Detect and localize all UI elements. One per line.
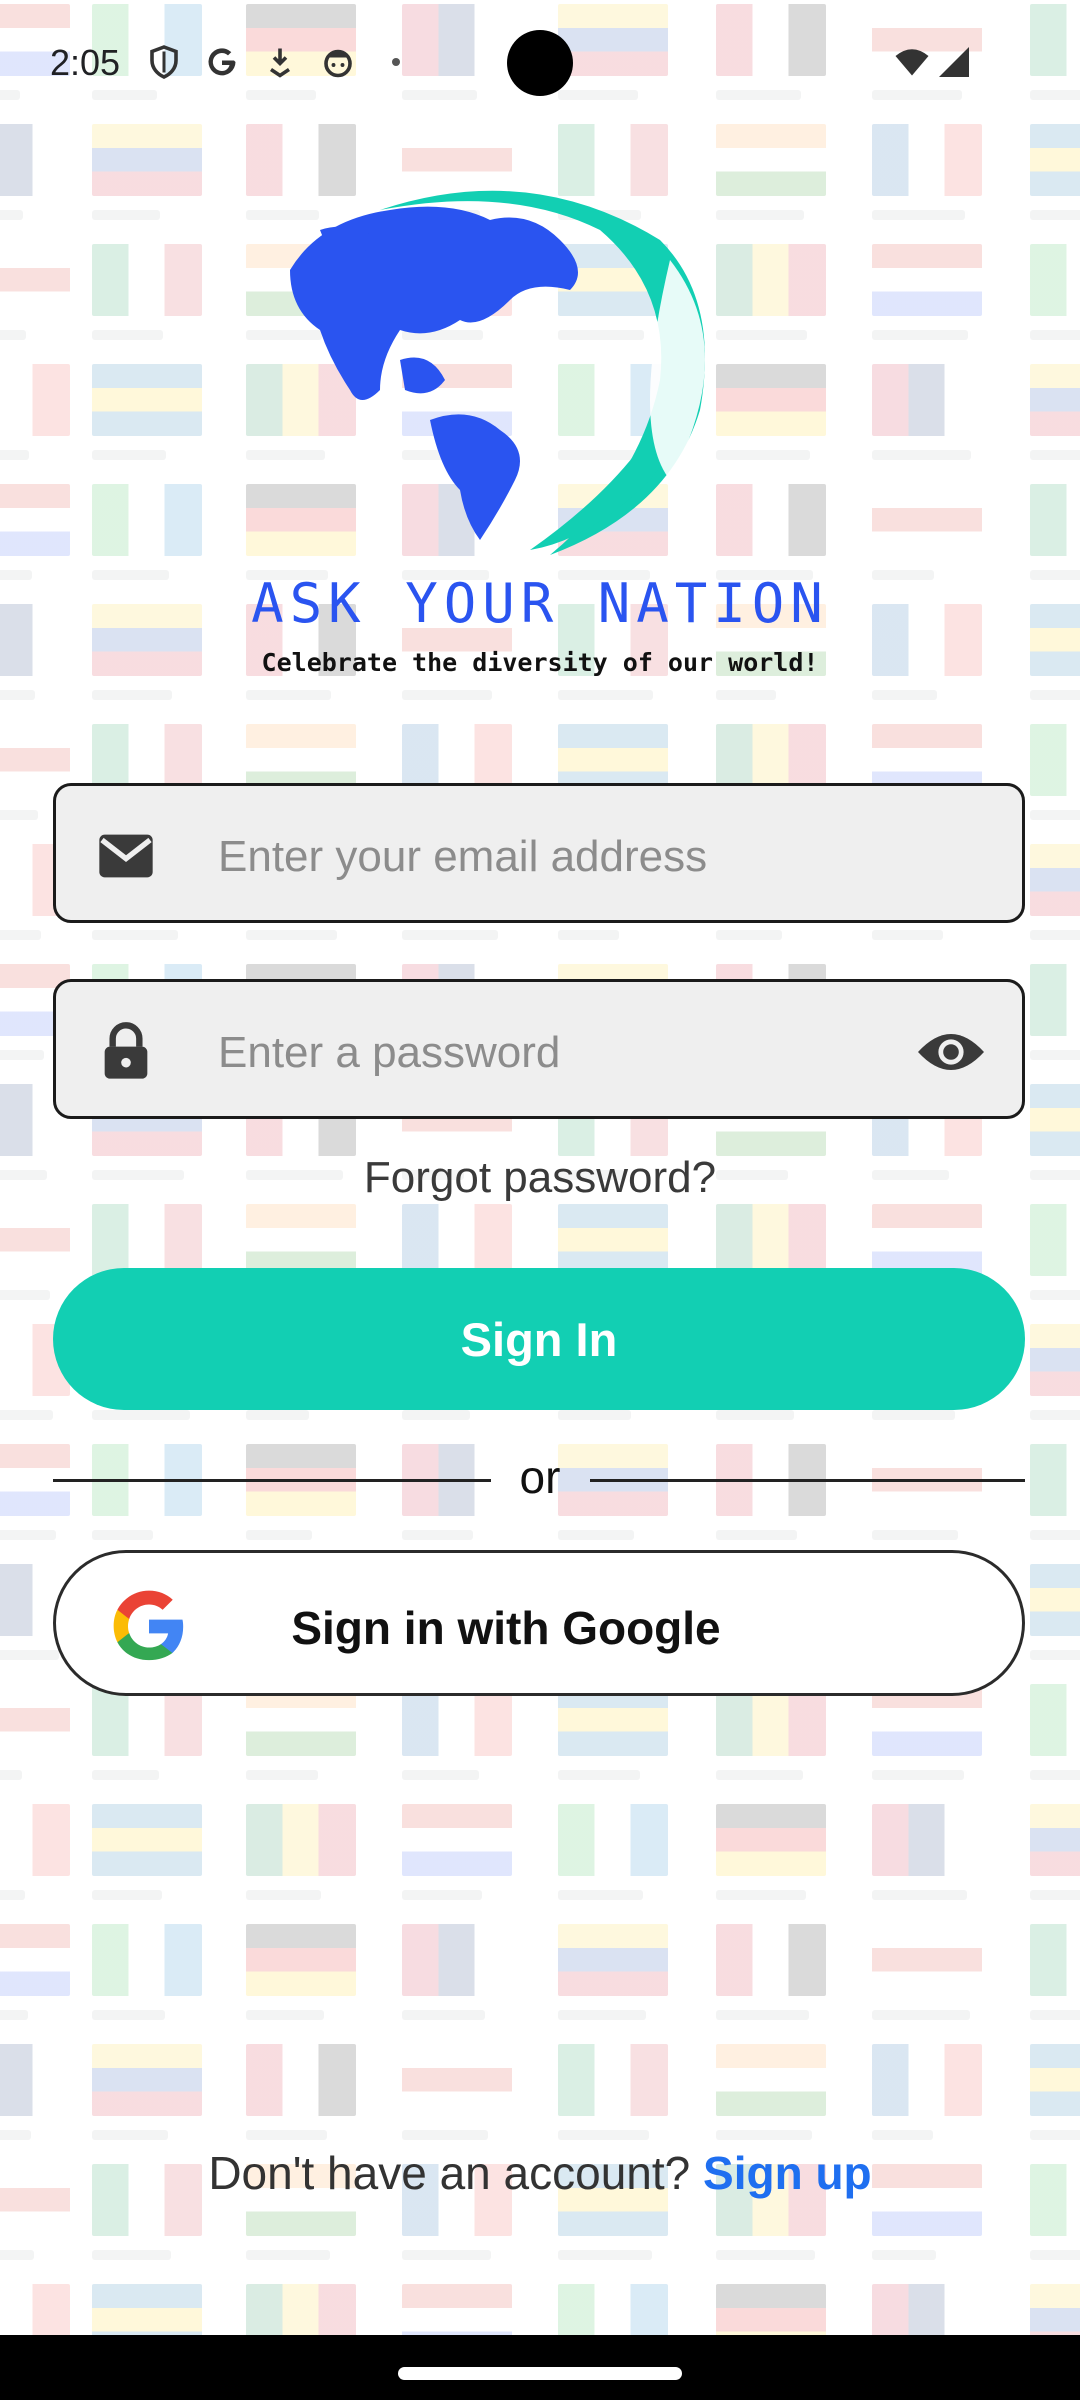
google-sign-in-label: Sign in with Google bbox=[291, 1602, 721, 1654]
navigation-bar bbox=[0, 2335, 1080, 2400]
signal-icon bbox=[939, 47, 969, 77]
mail-icon bbox=[99, 834, 153, 878]
wifi-icon bbox=[895, 49, 929, 76]
google-sign-in-button[interactable]: Sign in with Google bbox=[53, 1550, 1025, 1696]
status-time: 2:05 bbox=[50, 42, 121, 83]
divider-label: or bbox=[519, 1451, 561, 1503]
camera-cutout bbox=[507, 30, 573, 96]
signup-prompt: Don't have an account? bbox=[208, 2147, 704, 2199]
brand-tagline: Celebrate the diversity of our world! bbox=[261, 648, 819, 677]
divider-line-right bbox=[590, 1479, 1025, 1482]
shield-icon bbox=[150, 45, 178, 79]
password-input[interactable] bbox=[216, 1012, 860, 1094]
download-icon bbox=[270, 48, 290, 78]
brand-title: ASK YOUR NATION bbox=[251, 572, 829, 635]
email-input[interactable] bbox=[216, 816, 920, 898]
sign-up-link[interactable]: Sign up bbox=[703, 2147, 872, 2199]
signup-row: Don't have an account? Sign up bbox=[0, 2146, 1080, 2200]
google-g-icon bbox=[208, 48, 236, 76]
home-gesture-handle[interactable] bbox=[398, 2367, 682, 2380]
password-field[interactable] bbox=[53, 979, 1025, 1119]
globe-logo bbox=[290, 190, 705, 555]
eye-icon[interactable] bbox=[914, 1022, 988, 1082]
lock-icon bbox=[104, 1022, 148, 1079]
email-field[interactable] bbox=[53, 783, 1025, 923]
status-bar: 2:05 bbox=[0, 0, 1080, 120]
forgot-password-link[interactable]: Forgot password? bbox=[0, 1153, 1080, 1203]
face-icon bbox=[324, 49, 352, 78]
sign-in-button[interactable]: Sign In bbox=[53, 1268, 1025, 1410]
dot-icon bbox=[392, 58, 400, 66]
